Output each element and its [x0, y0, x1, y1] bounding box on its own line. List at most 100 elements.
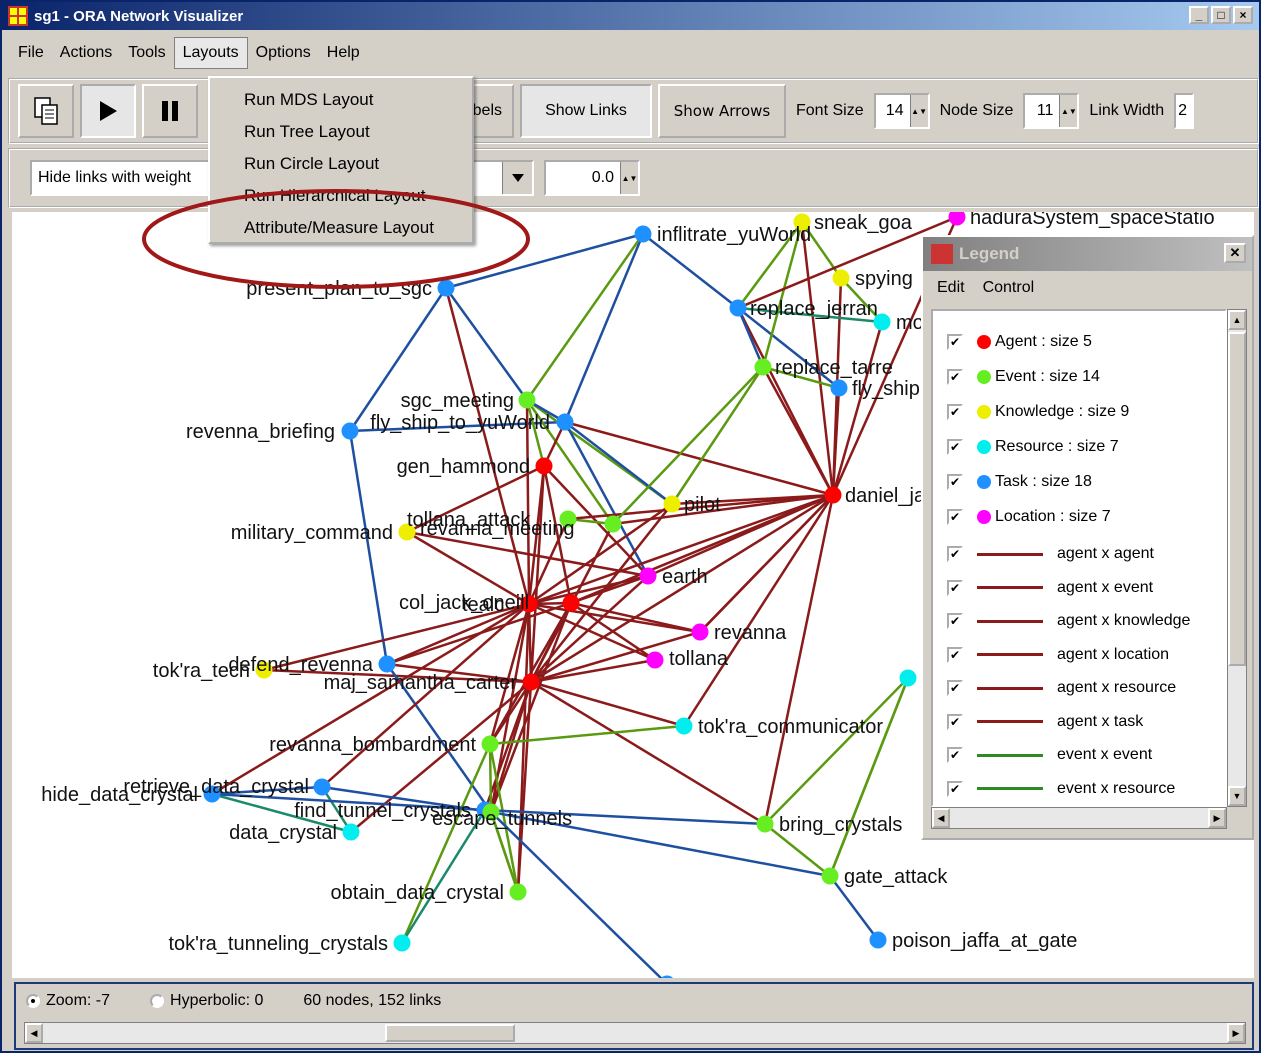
link-width-spinner[interactable]: 2: [1174, 93, 1195, 129]
graph-node-present[interactable]: [437, 279, 455, 297]
legend-menu-control[interactable]: Control: [983, 279, 1035, 297]
graph-link[interactable]: [530, 680, 685, 728]
checkbox-checked-icon[interactable]: ✔: [947, 369, 963, 385]
font-size-spinner[interactable]: 14 ▲▼: [873, 93, 930, 129]
legend-menu-edit[interactable]: Edit: [937, 279, 965, 297]
play-button[interactable]: [80, 84, 136, 138]
graph-node-revenna_briefing[interactable]: [341, 422, 359, 440]
checkbox-checked-icon[interactable]: ✔: [947, 680, 963, 696]
scroll-right-icon[interactable]: ▶: [1208, 808, 1226, 828]
graph-node-maj_carter[interactable]: [522, 673, 540, 691]
checkbox-checked-icon[interactable]: ✔: [947, 747, 963, 763]
graph-node-data_crystal[interactable]: [342, 823, 360, 841]
graph-node-tokra_tunneling[interactable]: [393, 934, 411, 952]
graph-node-gate_attack[interactable]: [821, 867, 839, 885]
graph-node-fly_ship2[interactable]: [830, 379, 848, 397]
graph-node-obtain[interactable]: [509, 883, 527, 901]
graph-link[interactable]: [670, 366, 765, 505]
graph-node-defend[interactable]: [378, 655, 396, 673]
checkbox-checked-icon[interactable]: ✔: [947, 780, 963, 797]
close-button[interactable]: ×: [1233, 6, 1253, 24]
legend-link-row[interactable]: ✔ agent x task: [933, 707, 1223, 737]
legend-node-row[interactable]: ✔ Knowledge : size 9: [933, 397, 1223, 427]
graph-node-replace_tarre[interactable]: [754, 358, 772, 376]
graph-node-daniel[interactable]: [824, 486, 842, 504]
graph-link[interactable]: [530, 575, 649, 683]
graph-node-retrieve[interactable]: [313, 778, 331, 796]
graph-node-hadura[interactable]: [948, 212, 966, 226]
checkbox-checked-icon[interactable]: ✔: [947, 613, 963, 629]
hyperbolic-radio-icon[interactable]: [150, 993, 165, 1008]
legend-link-row[interactable]: ✔ agent x knowledge: [933, 606, 1223, 636]
checkbox-checked-icon[interactable]: ✔: [947, 334, 963, 350]
graph-node-pilot[interactable]: [663, 495, 681, 513]
checkbox-checked-icon[interactable]: ✔: [947, 713, 963, 730]
canvas-horizontal-scrollbar[interactable]: ◀ ▶: [24, 1022, 1246, 1044]
chevron-down-icon[interactable]: [502, 162, 532, 194]
attribute-measure-layout-item[interactable]: Attribute/Measure Layout: [210, 212, 472, 244]
show-arrows-button[interactable]: Show Arrows: [658, 84, 786, 138]
graph-node-bombard[interactable]: [481, 735, 499, 753]
graph-link[interactable]: [445, 232, 644, 290]
legend-node-row[interactable]: ✔ Agent : size 5: [933, 327, 1223, 357]
checkbox-checked-icon[interactable]: ✔: [947, 439, 963, 455]
checkbox-checked-icon[interactable]: ✔: [947, 474, 963, 490]
legend-link-row[interactable]: ✔ agent x resource: [933, 673, 1223, 703]
legend-vertical-scrollbar[interactable]: ▲ ▼: [1227, 309, 1247, 807]
menu-help[interactable]: Help: [319, 38, 368, 68]
minimize-button[interactable]: _: [1189, 6, 1209, 24]
show-links-button[interactable]: Show Links: [520, 84, 652, 138]
scroll-up-icon[interactable]: ▲: [1228, 310, 1246, 330]
checkbox-checked-icon[interactable]: ✔: [947, 404, 963, 420]
hyperbolic-option[interactable]: Hyperbolic: 0: [150, 992, 263, 1010]
run-hierarchical-layout-item[interactable]: Run Hierarchical Layout: [210, 180, 472, 212]
scroll-down-icon[interactable]: ▼: [1228, 786, 1246, 806]
run-circle-layout-item[interactable]: Run Circle Layout: [210, 148, 472, 180]
node-size-arrows-icon[interactable]: ▲▼: [1059, 95, 1078, 127]
canvas-scroll-right-icon[interactable]: ▶: [1227, 1023, 1245, 1043]
graph-link[interactable]: [828, 677, 910, 877]
graph-link[interactable]: [444, 287, 529, 401]
title-bar[interactable]: sg1 - ORA Network Visualizer _ □ ×: [2, 2, 1259, 30]
graph-node-right_resource[interactable]: [899, 669, 917, 687]
run-tree-layout-item[interactable]: Run Tree Layout: [210, 116, 472, 148]
graph-node-tollana[interactable]: [646, 651, 664, 669]
weight-spinner[interactable]: 0.0 ▲▼: [544, 160, 640, 196]
menu-options[interactable]: Options: [248, 38, 319, 68]
copy-button[interactable]: [18, 84, 74, 138]
legend-link-row[interactable]: ✔ event x resource: [933, 774, 1223, 804]
graph-link[interactable]: [489, 724, 685, 746]
graph-link[interactable]: [348, 430, 389, 665]
graph-node-sgc_meeting[interactable]: [518, 391, 536, 409]
graph-node-revanna_meeting[interactable]: [604, 515, 622, 533]
canvas-scroll-thumb[interactable]: [385, 1024, 515, 1042]
checkbox-checked-icon[interactable]: ✔: [947, 646, 963, 663]
menu-actions[interactable]: Actions: [52, 38, 120, 68]
graph-link[interactable]: [764, 677, 909, 825]
legend-horizontal-scrollbar[interactable]: ◀ ▶: [931, 807, 1227, 829]
graph-link[interactable]: [321, 603, 530, 788]
menu-layouts[interactable]: Layouts: [173, 37, 248, 69]
graph-node-tokra_comm[interactable]: [675, 717, 693, 735]
legend-title-bar[interactable]: Legend ✕: [923, 237, 1252, 271]
graph-node-gen_hammond[interactable]: [535, 457, 553, 475]
graph-node-infiltrate[interactable]: [634, 225, 652, 243]
legend-link-row[interactable]: ✔ event x event: [933, 740, 1223, 770]
graph-node-fly_ship[interactable]: [556, 413, 574, 431]
zoom-option[interactable]: Zoom: -7: [26, 992, 110, 1010]
legend-node-row[interactable]: ✔ Location : size 7: [933, 502, 1223, 532]
graph-link[interactable]: [530, 680, 766, 826]
graph-node-tealc[interactable]: [562, 594, 580, 612]
graph-node-spying[interactable]: [832, 269, 850, 287]
graph-link[interactable]: [831, 321, 884, 496]
pause-button[interactable]: [142, 84, 198, 138]
node-size-spinner[interactable]: 11 ▲▼: [1023, 93, 1080, 129]
checkbox-checked-icon[interactable]: ✔: [947, 579, 963, 596]
run-mds-layout-item[interactable]: Run MDS Layout: [210, 84, 472, 116]
legend-scroll-thumb[interactable]: [1228, 332, 1246, 666]
graph-node-replace_jerran[interactable]: [729, 299, 747, 317]
graph-link[interactable]: [682, 494, 835, 727]
weight-arrows-icon[interactable]: ▲▼: [620, 162, 638, 194]
canvas-scroll-left-icon[interactable]: ◀: [25, 1023, 43, 1043]
graph-link[interactable]: [400, 743, 492, 944]
